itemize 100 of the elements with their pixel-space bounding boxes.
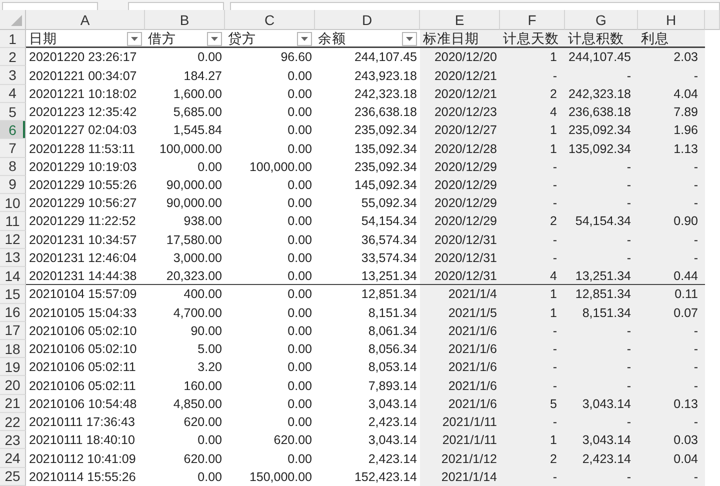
table-cell: 2021/1/6 (448, 360, 497, 374)
table-cell: 20210111 18:40:10 (29, 433, 135, 448)
table-cell-text: 2 (550, 452, 558, 466)
table-cell: 20201220 23:26:17 (29, 50, 137, 64)
table-cell-text: 54,154.34 (575, 214, 632, 228)
table-cell: 2021/1/12 (441, 452, 497, 466)
row-header[interactable]: 13 (0, 248, 26, 268)
table-cell: 0.00 (288, 196, 312, 210)
row-header[interactable]: 24 (0, 449, 26, 468)
table-cell-text: - (626, 415, 632, 430)
table-cell-text: - (626, 324, 632, 338)
row-header[interactable]: 3 (0, 66, 26, 85)
table-cell-text: - (552, 415, 558, 430)
column-header[interactable]: E (420, 10, 500, 30)
table-cell: 17,580.00 (166, 232, 222, 247)
row-header[interactable]: 5 (0, 102, 26, 122)
table-cell: 8,056.34 (368, 342, 417, 356)
row-header[interactable]: 4 (0, 84, 26, 103)
column-header[interactable]: C (225, 10, 315, 30)
row-header[interactable]: 8 (0, 158, 26, 176)
column-header[interactable]: B (145, 10, 225, 30)
column-header[interactable]: D (315, 10, 420, 30)
table-cell-text: - (694, 378, 699, 393)
table-cell-text: 1.96 (674, 123, 699, 138)
select-all-icon[interactable] (11, 15, 22, 26)
row-header[interactable]: 6 (0, 121, 26, 140)
column-header[interactable]: F (500, 10, 565, 30)
column-title: 计息天数 (503, 30, 559, 48)
table-cell: 12,851.34 (361, 287, 417, 302)
row-header[interactable]: 18 (0, 340, 26, 358)
table-cell-text: 0.44 (674, 269, 699, 284)
filter-button[interactable] (297, 32, 312, 46)
row-header[interactable]: 7 (0, 139, 26, 158)
filter-button[interactable] (207, 32, 222, 46)
table-cell-text: - (694, 415, 699, 430)
table-cell-text: 1 (550, 306, 558, 320)
table-cell-text: - (626, 250, 632, 265)
table-cell-text: - (694, 196, 699, 210)
table-cell: 55,092.34 (361, 196, 417, 210)
table-cell-text: 2,423.14 (582, 452, 632, 466)
row-header[interactable]: 20 (0, 376, 26, 395)
caret-icon (301, 37, 308, 42)
table-cell-text: 3,043.14 (582, 396, 632, 411)
column-header[interactable]: G (565, 10, 638, 30)
filter-button[interactable] (402, 32, 417, 46)
row-header[interactable]: 19 (0, 358, 26, 376)
row-header[interactable]: 12 (0, 230, 26, 249)
table-cell: 3.20 (198, 360, 222, 374)
name-box[interactable] (2, 2, 98, 10)
row-header[interactable]: 1 (0, 30, 26, 48)
table-cell-text: - (694, 470, 699, 484)
formula-bar[interactable] (230, 2, 720, 10)
table-cell-text: 1 (550, 433, 558, 448)
table-cell: 2020/12/21 (434, 68, 497, 83)
filter-button[interactable] (127, 32, 142, 46)
table-cell-text: 4.04 (674, 86, 699, 101)
table-cell-text: 4 (550, 105, 558, 120)
table-cell: 90,000.00 (166, 196, 222, 210)
row-header[interactable]: 14 (0, 267, 26, 286)
table-cell: 20201221 00:34:07 (29, 68, 137, 83)
row-header[interactable]: 22 (0, 412, 26, 432)
row-header[interactable]: 11 (0, 212, 26, 231)
table-cell: 13,251.34 (361, 269, 417, 284)
table-cell: 0.00 (288, 324, 312, 338)
row-header[interactable]: 23 (0, 431, 26, 450)
table-cell: 33,574.34 (361, 250, 417, 265)
row-header[interactable]: 10 (0, 194, 26, 212)
row-header[interactable]: 9 (0, 176, 26, 194)
table-cell-text: - (626, 68, 632, 83)
row-header[interactable]: 17 (0, 322, 26, 340)
table-cell: 20210104 15:57:09 (29, 287, 137, 302)
table-cell-text: - (552, 360, 558, 374)
row-header[interactable]: 2 (0, 48, 26, 66)
table-cell: 2020/12/20 (434, 50, 497, 64)
column-header[interactable]: H (638, 10, 705, 30)
table-cell: 3,043.14 (368, 396, 417, 411)
table-cell: 2021/1/6 (448, 378, 497, 393)
table-cell: 90,000.00 (166, 178, 222, 192)
input-field[interactable] (128, 2, 224, 10)
column-header[interactable] (705, 10, 720, 30)
table-cell: 20201229 10:19:03 (29, 160, 137, 174)
table-cell-text: 1.13 (674, 142, 699, 156)
table-cell-text: - (552, 232, 558, 247)
table-cell: 243,923.18 (354, 68, 417, 83)
table-cell: 2021/1/14 (441, 470, 497, 484)
column-title: 利息 (641, 30, 669, 48)
table-cell-text: - (694, 360, 699, 374)
table-cell: 2020/12/29 (434, 178, 497, 192)
column-header[interactable]: A (26, 10, 145, 30)
table-cell-text: - (626, 378, 632, 393)
table-cell: 235,092.34 (354, 160, 417, 174)
row-header[interactable]: 15 (0, 285, 26, 304)
row-header[interactable]: 25 (0, 468, 26, 486)
table-cell: 2020/12/21 (434, 86, 497, 101)
table-cell: 236,638.18 (354, 105, 417, 120)
table-cell-text: - (552, 470, 558, 484)
table-cell: 20201231 14:44:38 (29, 269, 137, 284)
table-cell-text: 1 (550, 50, 558, 64)
row-header[interactable]: 21 (0, 394, 26, 413)
row-header[interactable]: 16 (0, 304, 26, 322)
